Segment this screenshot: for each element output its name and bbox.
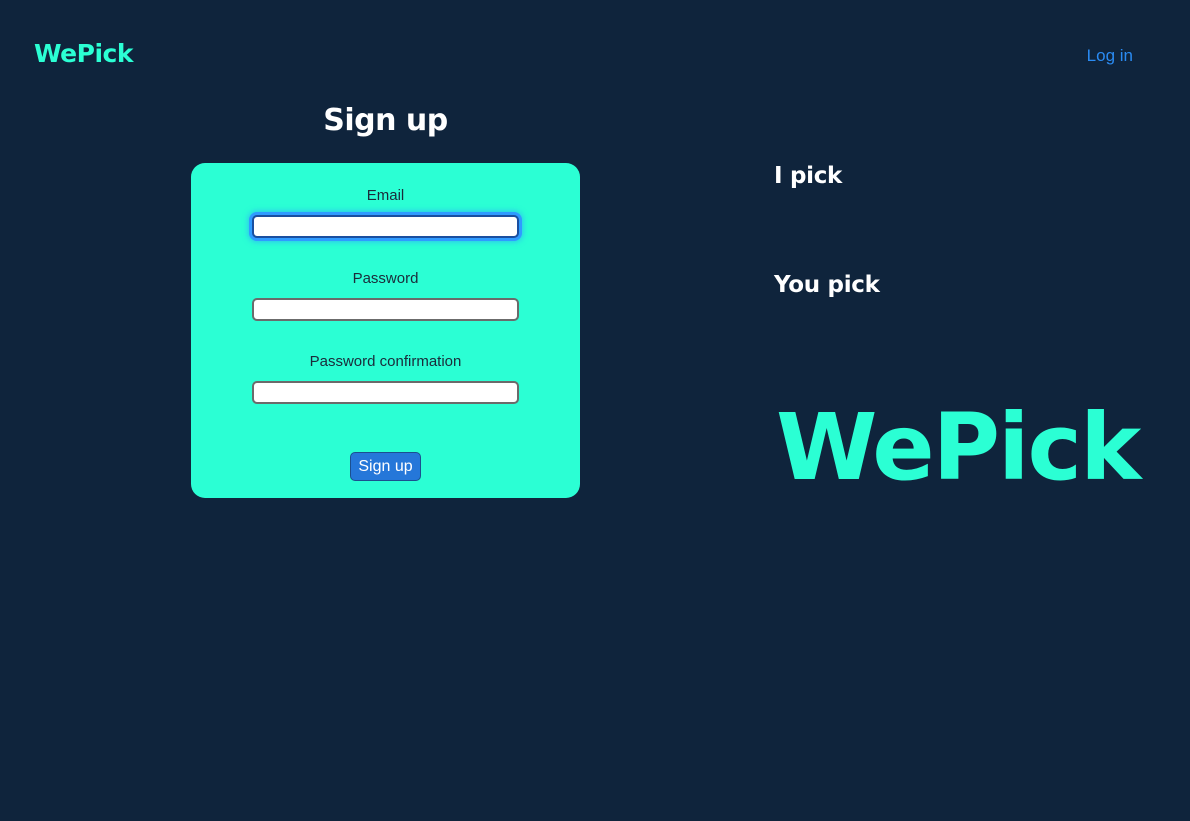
password-label: Password: [352, 270, 419, 287]
tagline-you-pick: You pick: [774, 272, 880, 298]
brand-logo-large: WePick: [776, 394, 1141, 501]
page-title: Sign up: [323, 103, 448, 138]
signup-form: Email Password Password confirmation Sig…: [191, 163, 580, 498]
email-field[interactable]: [252, 215, 519, 238]
password-confirmation-label: Password confirmation: [309, 353, 462, 370]
email-label: Email: [366, 187, 405, 204]
password-confirmation-field[interactable]: [252, 381, 519, 404]
sign-up-button[interactable]: Sign up: [350, 452, 421, 481]
header-logo-link[interactable]: WePick: [34, 38, 133, 70]
login-link[interactable]: Log in: [1087, 46, 1133, 66]
tagline-i-pick: I pick: [774, 163, 843, 189]
password-field[interactable]: [252, 298, 519, 321]
signup-page: WePick Log in Sign up Email Password Pas…: [0, 0, 1190, 821]
